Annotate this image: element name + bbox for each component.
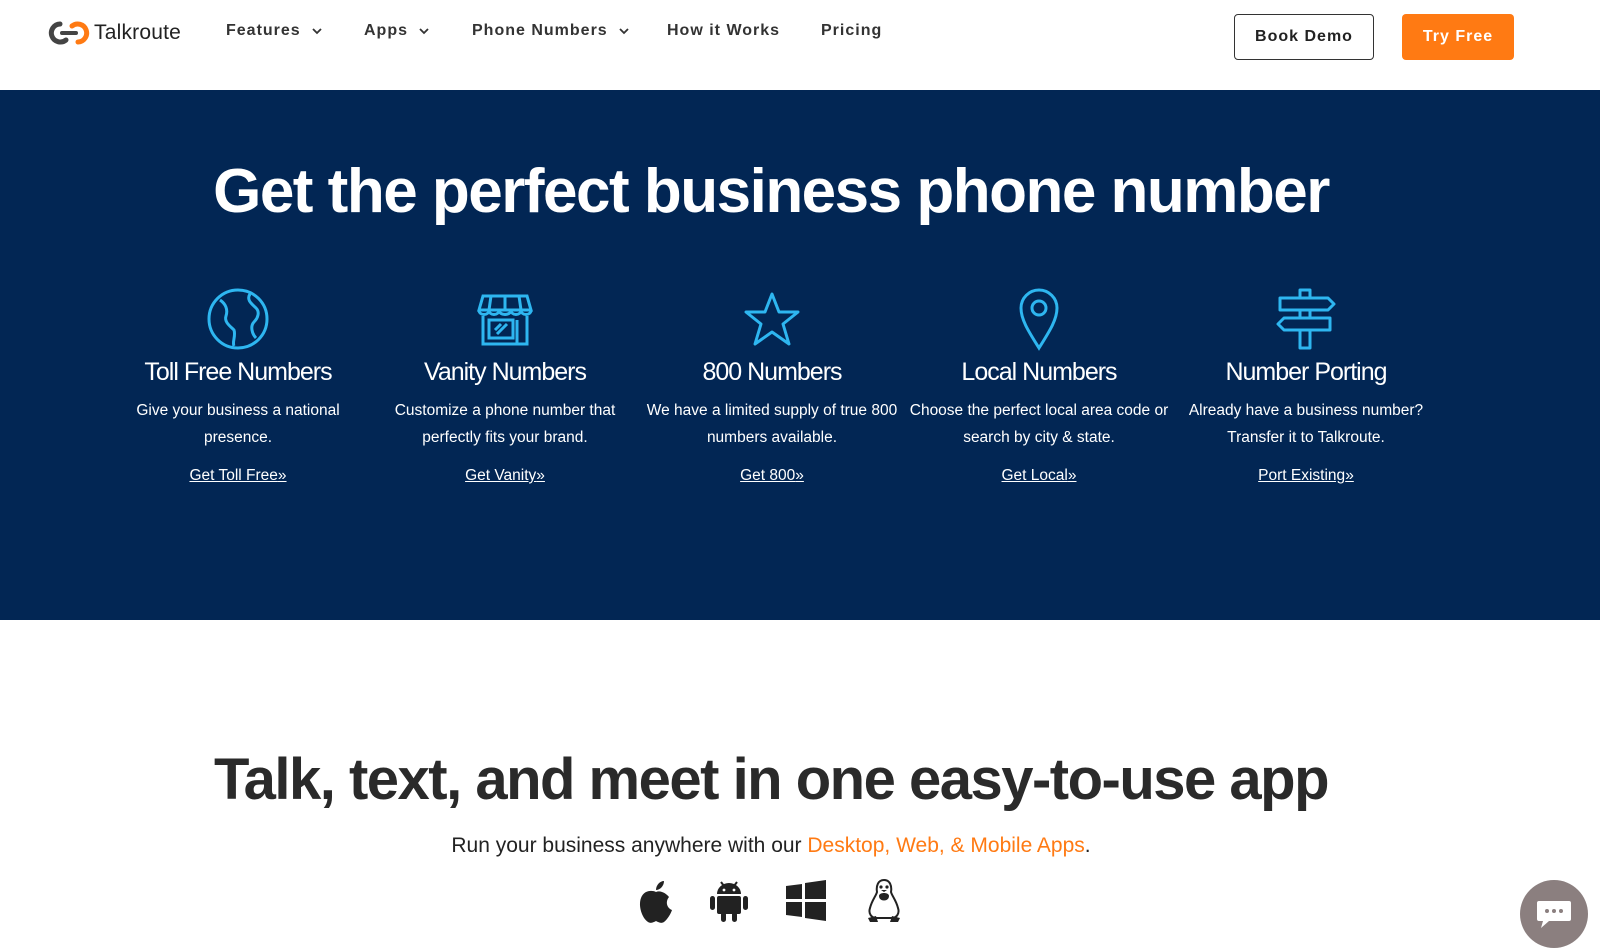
logo-text: Talkroute — [94, 21, 182, 44]
android-icon — [710, 881, 748, 922]
port-existing-link[interactable]: Port Existing» — [1258, 467, 1354, 485]
apps-subtitle: Run your business anywhere with our Desk… — [0, 834, 1542, 858]
feature-title: Number Porting — [1225, 358, 1387, 386]
nav-apps[interactable]: Apps — [364, 22, 430, 40]
feature-link-label: Get 800 — [740, 467, 796, 484]
windows-icon — [786, 880, 826, 921]
feature-description: Customize a phone number that perfectly … — [394, 402, 616, 446]
feature-vanity: Vanity Numbers Customize a phone number … — [373, 286, 637, 485]
chat-widget-button[interactable] — [1520, 880, 1588, 948]
feature-title: 800 Numbers — [702, 358, 842, 386]
get-toll-free-link[interactable]: Get Toll Free» — [189, 467, 286, 485]
book-demo-button[interactable]: Book Demo — [1234, 14, 1374, 60]
feature-link-label: Get Local — [1001, 467, 1068, 484]
feature-800: 800 Numbers We have a limited supply of … — [640, 286, 904, 485]
feature-description: Give your business a national presence. — [136, 402, 340, 446]
storefront-icon — [477, 294, 533, 346]
chevron-down-icon — [619, 28, 629, 35]
feature-title: Local Numbers — [961, 358, 1117, 386]
apps-link[interactable]: Desktop, Web, & Mobile Apps — [807, 834, 1084, 857]
double-chevron-right-icon: » — [536, 467, 545, 484]
feature-description: Already have a business number? Transfer… — [1188, 402, 1424, 446]
apple-icon — [639, 881, 672, 923]
feature-toll-free: Toll Free Numbers Give your business a n… — [106, 286, 370, 485]
nav-phone-numbers-label: Phone Numbers — [472, 22, 608, 39]
talkroute-logo-icon — [48, 21, 90, 45]
nav-apps-label: Apps — [364, 22, 408, 39]
linux-icon — [868, 878, 900, 922]
nav-pricing[interactable]: Pricing — [821, 22, 882, 40]
globe-icon — [207, 288, 269, 350]
get-800-link[interactable]: Get 800» — [740, 467, 804, 485]
double-chevron-right-icon: » — [1067, 467, 1077, 484]
try-free-button[interactable]: Try Free — [1402, 14, 1514, 60]
feature-title: Vanity Numbers — [424, 358, 587, 386]
hero-title: Get the perfect business phone number — [213, 157, 1330, 226]
get-local-link[interactable]: Get Local» — [1002, 467, 1077, 485]
feature-local: Local Numbers Choose the perfect local a… — [907, 286, 1171, 485]
feature-link-label: Get Toll Free — [189, 467, 278, 484]
get-vanity-link[interactable]: Get Vanity» — [465, 467, 545, 485]
nav-pricing-label: Pricing — [821, 22, 883, 39]
double-chevron-right-icon: » — [1345, 467, 1354, 484]
feature-number-porting: Number Porting Already have a business n… — [1174, 286, 1438, 485]
signpost-icon — [1276, 288, 1336, 350]
chevron-down-icon — [312, 28, 322, 35]
talkroute-logo[interactable]: Talkroute — [48, 20, 181, 46]
nav-features-label: Features — [226, 22, 301, 39]
top-nav: Talkroute Features Apps Phone Numbers Ho… — [0, 0, 1600, 90]
nav-how-it-works-label: How it Works — [667, 22, 781, 39]
feature-title: Toll Free Numbers — [144, 358, 332, 386]
feature-description: We have a limited supply of true 800 num… — [646, 402, 898, 446]
star-icon — [744, 292, 800, 346]
double-chevron-right-icon: » — [795, 467, 804, 484]
apps-section-title: Talk, text, and meet in one easy-to-use … — [213, 747, 1330, 812]
hero-section: Get the perfect business phone number To… — [0, 90, 1600, 620]
apps-subtitle-prefix: Run your business anywhere with our — [451, 834, 808, 857]
double-chevron-right-icon: » — [277, 467, 287, 484]
feature-description: Choose the perfect local area code or se… — [909, 402, 1169, 446]
nav-how-it-works[interactable]: How it Works — [667, 22, 780, 40]
map-pin-icon — [1019, 288, 1059, 351]
feature-link-label: Port Existing — [1258, 467, 1346, 484]
chat-bubble-icon — [1537, 901, 1571, 928]
nav-phone-numbers[interactable]: Phone Numbers — [472, 22, 630, 40]
apps-subtitle-suffix: . — [1084, 834, 1091, 857]
nav-features[interactable]: Features — [226, 22, 323, 40]
chevron-down-icon — [419, 28, 429, 35]
feature-link-label: Get Vanity — [465, 467, 537, 484]
